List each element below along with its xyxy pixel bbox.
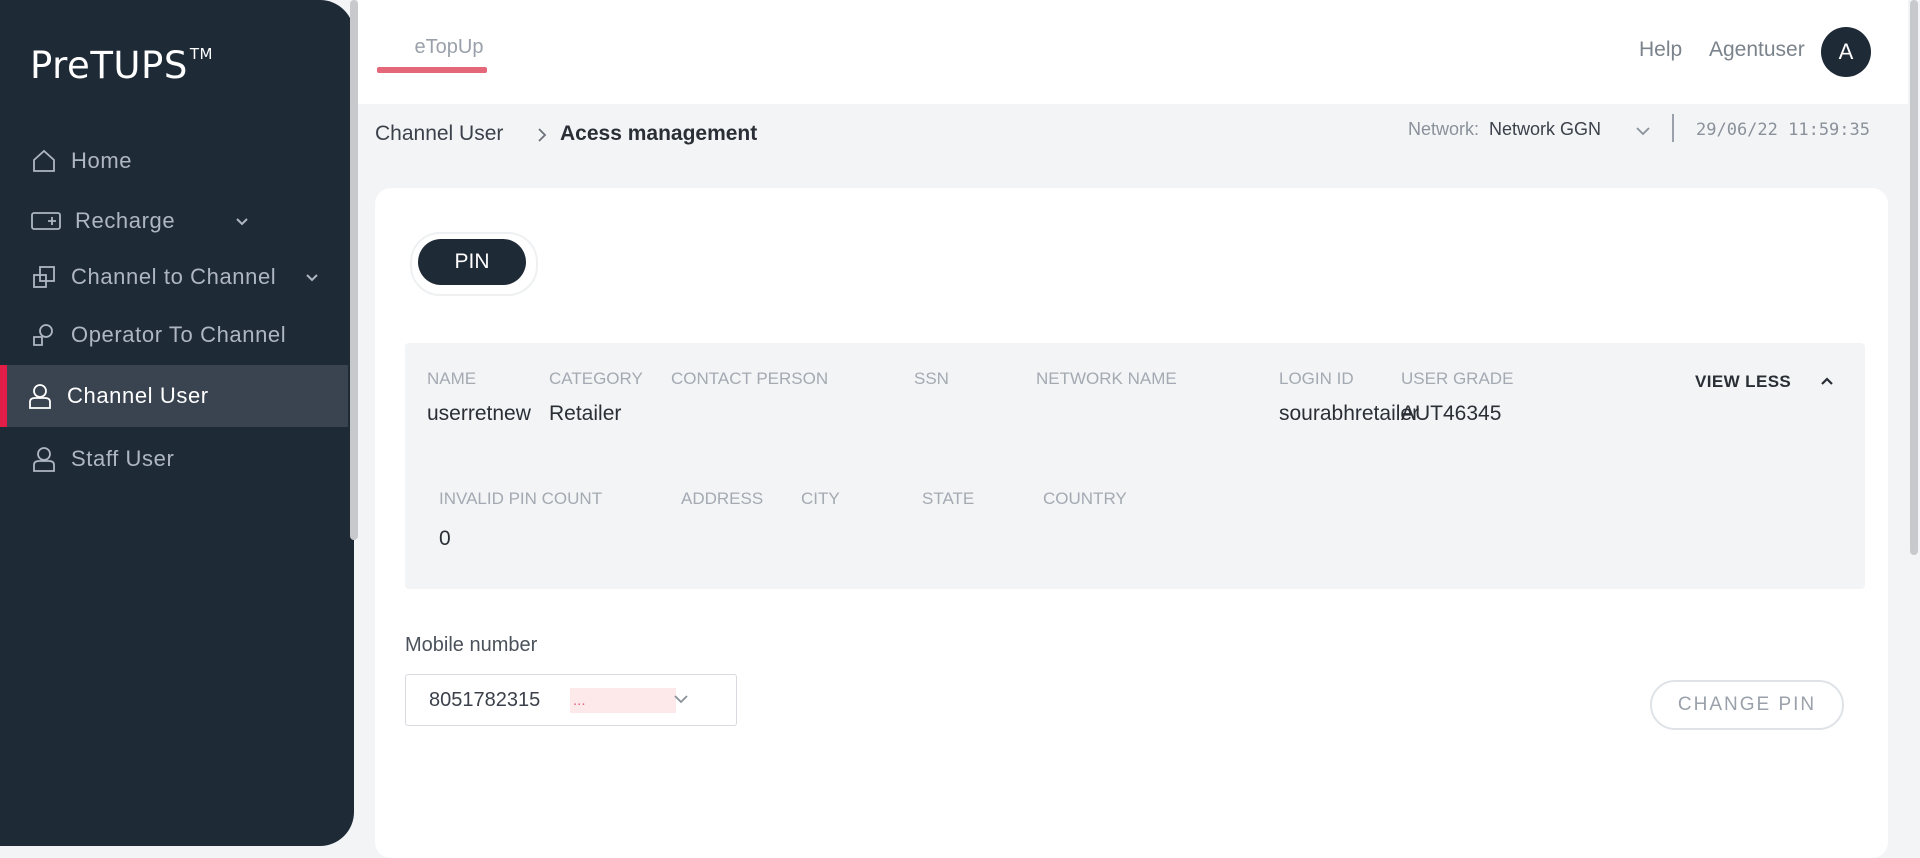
detail-header: STATE — [922, 489, 975, 508]
datetime: 29/06/22 11:59:35 — [1696, 120, 1870, 140]
sidebar-item-label: Operator To Channel — [71, 322, 287, 347]
chevron-up-icon[interactable] — [1816, 370, 1838, 392]
channel-transfer-icon — [29, 262, 59, 292]
sidebar-item-label: Recharge — [75, 208, 176, 233]
mobile-number-value[interactable]: 8051782315 — [429, 689, 540, 712]
detail-header: SSN — [914, 369, 949, 388]
recharge-icon — [29, 206, 63, 236]
sidebar-item-label: Staff User — [71, 446, 175, 471]
sidebar-item-operator-to-channel[interactable]: Operator To Channel — [0, 304, 348, 366]
detail-header: CATEGORY — [549, 369, 643, 388]
sidebar-item-label: Channel to Channel — [71, 264, 277, 289]
chevron-right-icon — [532, 124, 552, 146]
network-select-value[interactable]: Network GGN — [1489, 119, 1601, 140]
home-icon — [29, 146, 59, 176]
tab-active-indicator — [377, 67, 487, 73]
top-header: eTopUp Help Agentuser A — [358, 0, 1908, 104]
sidebar-item-staff-user[interactable]: Staff User — [0, 428, 348, 490]
user-icon — [25, 381, 55, 411]
sidebar-item-home[interactable]: Home — [0, 130, 348, 192]
network-label: Network: — [1408, 119, 1480, 139]
detail-value: Retailer — [549, 402, 622, 425]
sidebar-item-label: Channel User — [67, 383, 209, 408]
sidebar-item-recharge[interactable]: Recharge — [0, 190, 348, 252]
avatar[interactable]: A — [1821, 27, 1871, 77]
detail-value: AUT46345 — [1401, 402, 1502, 425]
detail-value: 0 — [439, 527, 451, 550]
detail-header: CITY — [801, 489, 840, 508]
sidebar-item-channel-to-channel[interactable]: Channel to Channel — [0, 246, 348, 308]
detail-value: userretnew — [427, 402, 531, 425]
detail-header: ADDRESS — [681, 489, 764, 508]
detail-header: COUNTRY — [1043, 489, 1127, 508]
detail-header: NETWORK NAME — [1036, 369, 1177, 388]
chevron-down-icon[interactable] — [1632, 120, 1654, 142]
tab-pin[interactable]: PIN — [418, 239, 526, 285]
username[interactable]: Agentuser — [1709, 38, 1805, 62]
detail-header: CONTACT PERSON — [671, 369, 829, 388]
detail-header: NAME — [427, 369, 477, 388]
mobile-number-label: Mobile number — [405, 634, 538, 656]
sidebar-item-channel-user[interactable]: Channel User — [0, 365, 348, 427]
chevron-down-icon — [230, 209, 254, 233]
sidebar: PreTUPS TM Home Recharge Channel to Chann… — [0, 0, 354, 846]
chevron-down-icon — [300, 265, 324, 289]
change-pin-button[interactable]: CHANGE PIN — [1650, 680, 1844, 730]
detail-header: INVALID PIN COUNT — [439, 489, 603, 508]
user-icon — [29, 444, 59, 474]
sidebar-item-label: Home — [71, 148, 133, 173]
tab-etopup[interactable]: eTopUp — [394, 36, 504, 59]
detail-value: sourabhretailer — [1279, 402, 1420, 425]
breadcrumb-current: Acess management — [560, 122, 758, 145]
operator-icon — [29, 320, 59, 350]
sidebar-scrollbar[interactable] — [350, 0, 358, 540]
breadcrumb-parent[interactable]: Channel User — [375, 122, 503, 146]
chevron-down-icon[interactable] — [670, 688, 692, 710]
divider — [1672, 114, 1674, 142]
masked-value: ... — [570, 688, 676, 713]
detail-header: USER GRADE — [1401, 369, 1514, 388]
detail-header: LOGIN ID — [1279, 369, 1354, 388]
app-logo: PreTUPS TM — [30, 44, 213, 87]
help-link[interactable]: Help — [1639, 38, 1682, 62]
page-scrollbar[interactable] — [1910, 0, 1918, 555]
view-less-button[interactable]: VIEW LESS — [1695, 372, 1791, 392]
